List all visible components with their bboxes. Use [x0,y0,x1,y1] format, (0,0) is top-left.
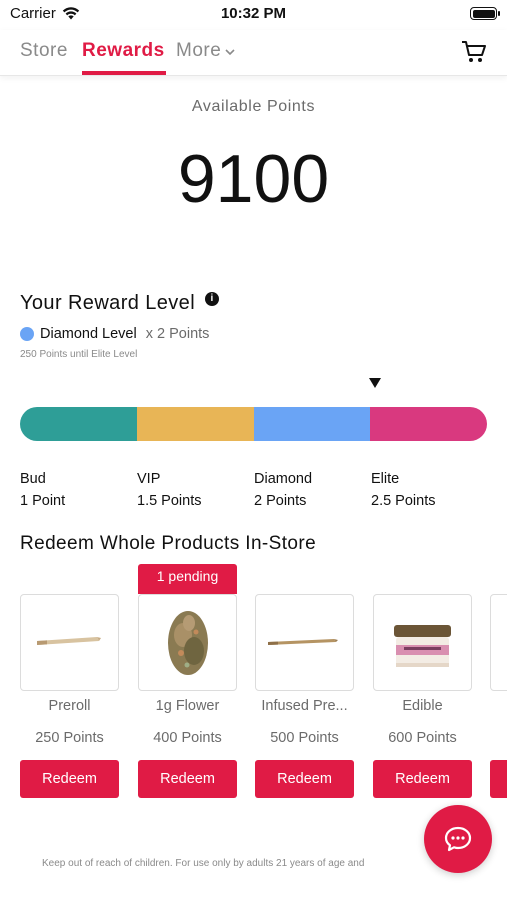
tier-elite: Elite 2.5 Points [371,468,436,512]
product-image-preroll [20,594,119,691]
reward-level-heading: Your Reward Level [20,292,196,314]
product-name: Preroll [48,698,91,714]
tier-points: 1 Point [20,493,66,509]
tier-points: 1.5 Points [137,493,202,509]
level-color-dot [20,327,34,341]
reward-level-title: Your Reward Level i [20,291,220,315]
tier-segment-bud [20,407,137,441]
tier-points: 2.5 Points [371,493,436,509]
tier-name: Diamond [254,471,313,487]
status-bar: Carrier 10:32 PM [0,0,507,30]
tier-segment-elite [370,407,487,441]
tab-rewards-underline [82,71,166,75]
product-image-next [490,594,507,691]
redeem-section-title: Redeem Whole Products In-Store [20,533,317,554]
product-name: 1g Flower [155,698,220,714]
battery-icon [470,7,500,20]
tier-name: VIP [137,471,161,487]
product-image-infused-preroll [255,594,354,691]
reward-level-bar [20,407,487,441]
chat-bubble-icon [444,826,472,852]
tab-more-label: More [176,40,222,61]
redeem-button[interactable]: Redeem [255,760,354,798]
top-nav: Store Rewards More [0,30,507,76]
redeem-button[interactable]: Redeem [138,760,237,798]
tab-store[interactable]: Store [20,40,68,62]
current-level-multiplier: x 2 Points [145,326,210,342]
tab-rewards[interactable]: Rewards [82,40,165,62]
tab-more[interactable]: More [176,40,235,62]
redeem-button[interactable]: Redeem [373,760,472,798]
tier-segment-diamond [253,407,371,441]
current-level-name: Diamond Level [40,326,137,342]
product-image-flower [138,594,237,691]
status-time: 10:32 PM [220,5,287,22]
available-points-value: 9100 [177,141,330,217]
tier-vip: VIP 1.5 Points [137,468,202,512]
tier-name: Elite [371,471,400,487]
chat-button[interactable] [424,805,492,873]
chevron-down-icon [225,49,235,56]
redeem-button-next[interactable] [490,760,507,798]
current-level-row: Diamond Level x 2 Points [20,326,209,342]
tier-name: Bud [20,471,46,487]
tier-bud: Bud 1 Point [20,468,65,512]
product-name: Edible [402,698,443,714]
progress-marker-icon [369,378,381,388]
product-name: Infused Pre... [261,698,348,714]
product-points: 400 Points [153,730,222,746]
product-points: 250 Points [35,730,104,746]
product-carousel[interactable]: Preroll 250 Points Redeem 1 pending 1g F… [0,564,507,804]
product-image-edible [373,594,472,691]
available-points-label: Available Points [191,98,316,115]
tier-points: 2 Points [254,493,307,509]
tier-segment-vip [136,407,254,441]
product-points: 600 Points [388,730,457,746]
footer-disclaimer: Keep out of reach of children. For use o… [42,858,365,869]
cart-icon[interactable] [461,40,487,64]
pending-badge: 1 pending [138,564,237,594]
info-icon[interactable]: i [205,291,220,306]
tier-diamond: Diamond 2 Points [254,468,312,512]
redeem-button[interactable]: Redeem [20,760,119,798]
product-points: 500 Points [270,730,339,746]
points-until-next-level: 250 Points until Elite Level [20,349,138,360]
